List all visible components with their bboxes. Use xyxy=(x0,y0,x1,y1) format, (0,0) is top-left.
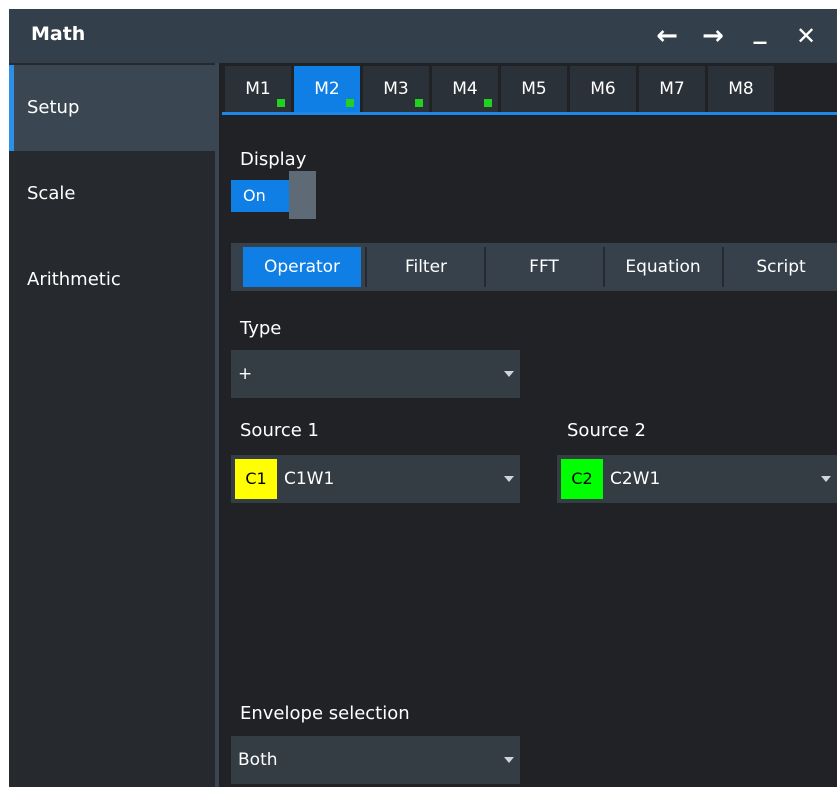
type-select[interactable]: + xyxy=(231,350,520,398)
tab-m1[interactable]: M1 xyxy=(225,66,291,112)
tab-label: M5 xyxy=(521,79,547,99)
segment-equation[interactable]: Equation xyxy=(606,247,720,287)
math-tab-bar: M1 M2 M3 M4 M5 M6 M7 M8 xyxy=(222,63,837,115)
segment-filter[interactable]: Filter xyxy=(369,247,483,287)
tab-label: M7 xyxy=(659,79,685,99)
segment-operator[interactable]: Operator xyxy=(243,247,361,287)
type-value: + xyxy=(238,364,253,384)
segment-fft[interactable]: FFT xyxy=(487,247,601,287)
tab-label: M4 xyxy=(452,79,478,99)
active-indicator-icon xyxy=(484,99,492,107)
source2-select[interactable]: C2 C2W1 xyxy=(557,455,837,503)
sidebar-item-setup[interactable]: Setup xyxy=(9,65,215,151)
active-indicator-icon xyxy=(277,99,285,107)
tab-label: M2 xyxy=(314,79,340,99)
tab-m2[interactable]: M2 xyxy=(294,66,360,112)
chevron-down-icon xyxy=(504,476,514,482)
back-arrow-icon[interactable]: ← xyxy=(649,19,685,53)
toggle-knob xyxy=(289,171,316,219)
close-icon[interactable]: ✕ xyxy=(788,19,824,53)
source1-value: C1W1 xyxy=(284,469,335,489)
sidebar-item-arithmetic[interactable]: Arithmetic xyxy=(9,237,215,323)
segment-script[interactable]: Script xyxy=(725,247,837,287)
envelope-label: Envelope selection xyxy=(240,703,410,724)
type-label: Type xyxy=(240,318,282,339)
tab-m6[interactable]: M6 xyxy=(570,66,636,112)
main-panel: M1 M2 M3 M4 M5 M6 M7 M8 Display On Opera… xyxy=(222,63,837,787)
display-toggle[interactable]: On xyxy=(231,171,316,219)
math-mode-selector: Operator Filter FFT Equation Script xyxy=(231,243,837,291)
title-bar: Math ← → _ ✕ xyxy=(9,9,837,63)
active-indicator-icon xyxy=(415,99,423,107)
tab-label: M3 xyxy=(383,79,409,99)
math-dialog: Math ← → _ ✕ Setup Scale Arithmetic M1 M… xyxy=(9,9,837,787)
chevron-down-icon xyxy=(504,757,514,763)
segment-divider xyxy=(722,247,724,287)
segment-divider xyxy=(484,247,486,287)
envelope-select[interactable]: Both xyxy=(231,736,520,784)
tab-m4[interactable]: M4 xyxy=(432,66,498,112)
tab-label: M8 xyxy=(728,79,754,99)
source2-value: C2W1 xyxy=(610,469,661,489)
tab-m5[interactable]: M5 xyxy=(501,66,567,112)
source1-select[interactable]: C1 C1W1 xyxy=(231,455,520,503)
chevron-down-icon xyxy=(504,371,514,377)
sidebar: Setup Scale Arithmetic xyxy=(9,63,215,787)
tab-m7[interactable]: M7 xyxy=(639,66,705,112)
source2-label: Source 2 xyxy=(567,420,646,441)
source1-label: Source 1 xyxy=(240,420,319,441)
channel-chip: C1 xyxy=(235,459,277,499)
display-toggle-state: On xyxy=(231,180,289,212)
segment-divider xyxy=(365,247,367,287)
active-indicator-icon xyxy=(346,99,354,107)
chevron-down-icon xyxy=(821,476,831,482)
tab-m8[interactable]: M8 xyxy=(708,66,774,112)
display-label: Display xyxy=(240,149,307,170)
tab-m3[interactable]: M3 xyxy=(363,66,429,112)
forward-arrow-icon[interactable]: → xyxy=(695,19,731,53)
minimize-icon[interactable]: _ xyxy=(742,13,778,47)
sidebar-item-scale[interactable]: Scale xyxy=(9,151,215,237)
sidebar-divider xyxy=(215,63,219,787)
dialog-title: Math xyxy=(31,23,86,45)
tab-label: M6 xyxy=(590,79,616,99)
tab-label: M1 xyxy=(245,79,271,99)
envelope-value: Both xyxy=(238,750,278,770)
segment-divider xyxy=(603,247,605,287)
channel-chip: C2 xyxy=(561,459,603,499)
